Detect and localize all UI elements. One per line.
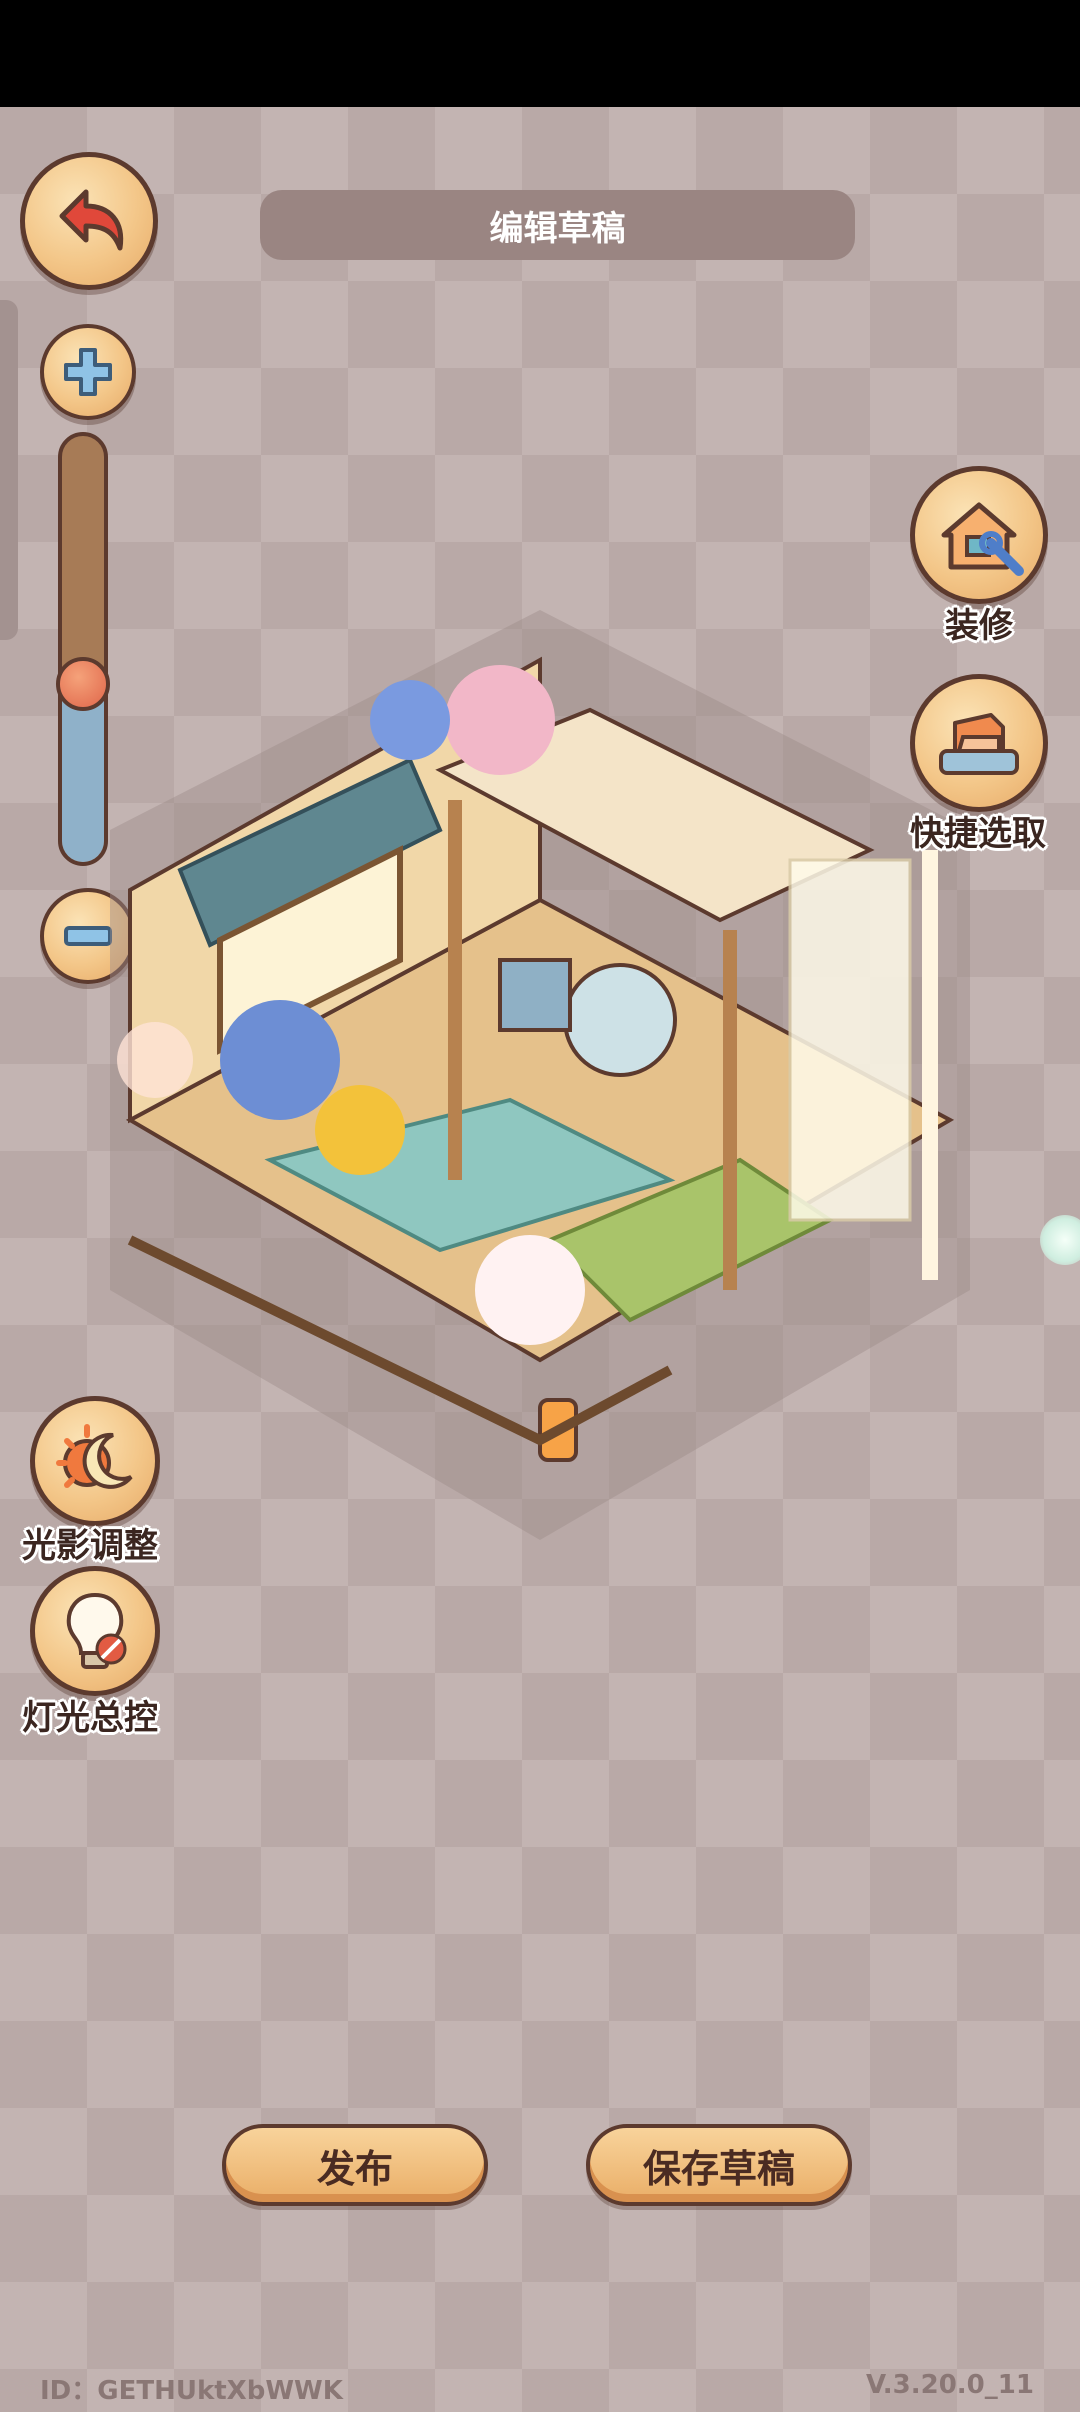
quick-select-button[interactable] [910, 674, 1048, 812]
house-wrench-icon [941, 502, 1024, 576]
page-title: 编辑草稿 [260, 190, 855, 260]
minus-icon [64, 926, 112, 946]
publish-button[interactable]: 发布 [222, 2124, 488, 2206]
light-shadow-label: 光影调整 [22, 1526, 158, 1566]
wall-lamp-glow [117, 1022, 193, 1098]
zoom-slider-handle[interactable] [56, 656, 110, 711]
flower-cluster [445, 665, 555, 775]
flower-cluster [475, 1235, 585, 1345]
paw-hint-icon[interactable] [1040, 1215, 1080, 1265]
table [563, 963, 677, 1077]
curtain [788, 858, 912, 1222]
flower-cluster [370, 680, 450, 760]
user-id: ID：GETHUktXbWWK [40, 2376, 343, 2406]
sofa-select-icon [939, 713, 1019, 775]
renovate-button[interactable] [910, 466, 1048, 604]
back-button[interactable] [20, 152, 158, 290]
save-draft-button[interactable]: 保存草稿 [586, 2124, 852, 2206]
version-label: V.3.20.0_11 [866, 2370, 1034, 2400]
sun-moon-icon [56, 1424, 133, 1489]
plus-icon [64, 348, 112, 396]
flower-cluster [220, 1000, 340, 1120]
quick-select-label: 快捷选取 [910, 814, 1046, 854]
chair [498, 958, 572, 1032]
status-bar [0, 0, 1080, 107]
zoom-in-button[interactable] [40, 324, 136, 420]
light-shadow-button[interactable] [30, 1396, 160, 1526]
zoom-slider[interactable] [58, 432, 108, 866]
light-control-button[interactable] [30, 1566, 160, 1696]
back-arrow-icon [59, 189, 124, 251]
renovate-label: 装修 [945, 606, 1013, 646]
room-scene[interactable] [110, 600, 970, 1560]
flower-cluster [315, 1085, 405, 1175]
lightbulb-icon [66, 1592, 127, 1669]
light-control-label: 灯光总控 [22, 1698, 158, 1738]
side-drawer-handle[interactable] [0, 300, 18, 640]
